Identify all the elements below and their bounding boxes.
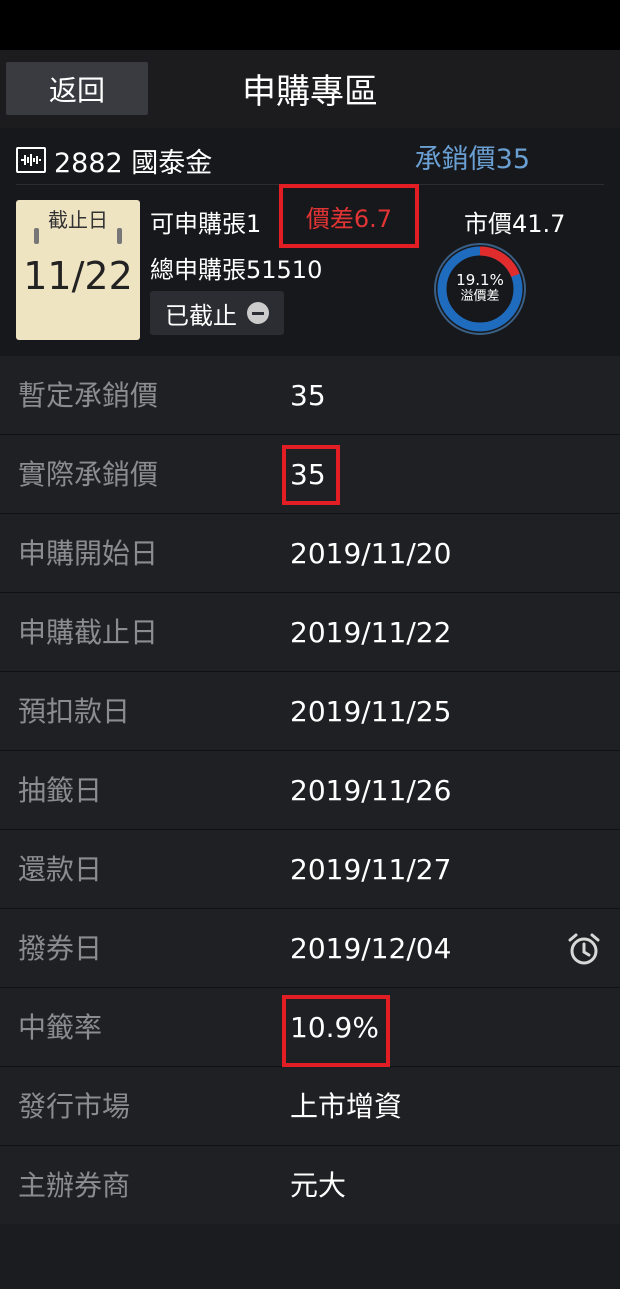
stock-title-row: 2882 國泰金: [16, 140, 212, 180]
stock-summary-panel: 2882 國泰金 承銷價35 截止日 11/22 可申購張1 價差6.7 市價4…: [0, 128, 620, 356]
market-price: 市價41.7: [464, 210, 566, 238]
bottom-empty-area: [0, 1224, 620, 1289]
status-bar: [0, 0, 620, 50]
detail-row: 撥券日 2019/12/04: [0, 909, 620, 988]
detail-row: 實際承銷價 35: [0, 435, 620, 514]
detail-row: 預扣款日 2019/11/25: [0, 672, 620, 751]
detail-label: 主辦券商: [18, 1169, 131, 1202]
detail-row: 中籤率 10.9%: [0, 988, 620, 1067]
detail-label: 實際承銷價: [18, 458, 159, 491]
detail-label: 還款日: [18, 853, 103, 886]
detail-value: 2019/12/04: [290, 932, 452, 965]
detail-row: 發行市場 上市增資: [0, 1067, 620, 1146]
detail-value: 2019/11/22: [290, 616, 452, 649]
calendar-header-label: 截止日: [48, 207, 108, 232]
detail-label: 暫定承銷價: [18, 379, 159, 412]
donut-label: 19.1% 溢價差: [433, 272, 527, 305]
detail-value: 元大: [290, 1169, 347, 1202]
detail-value: 上市增資: [290, 1090, 403, 1123]
detail-label: 撥券日: [18, 932, 103, 965]
highlight-box: [282, 445, 340, 505]
total-subscribe-count: 總申購張51510: [150, 256, 323, 284]
detail-row: 申購截止日 2019/11/22: [0, 593, 620, 672]
status-badge: 已截止: [150, 291, 284, 335]
chart-icon[interactable]: [16, 147, 46, 173]
deadline-calendar: 截止日 11/22: [16, 200, 140, 340]
back-button[interactable]: 返回: [6, 62, 148, 115]
detail-value: 2019/11/27: [290, 853, 452, 886]
premium-percent: 19.1%: [456, 271, 504, 289]
highlight-box: [282, 995, 390, 1067]
calendar-ring: [117, 228, 122, 244]
calendar-date: 11/22: [23, 254, 133, 298]
alarm-clock-icon[interactable]: [566, 931, 602, 967]
minus-circle-icon: [247, 302, 269, 324]
premium-label: 溢價差: [460, 289, 500, 304]
detail-label: 發行市場: [18, 1090, 131, 1123]
detail-value: 2019/11/20: [290, 537, 452, 570]
detail-row: 暫定承銷價 35: [0, 356, 620, 435]
detail-label: 抽籤日: [18, 774, 103, 807]
detail-label: 申購開始日: [18, 537, 159, 570]
subscribable-count: 可申購張1: [150, 210, 262, 238]
status-label: 已截止: [165, 301, 237, 330]
detail-value: 2019/11/25: [290, 695, 452, 728]
detail-row: 主辦券商 元大: [0, 1146, 620, 1225]
price-diff: 價差6.7: [279, 184, 419, 248]
detail-value: 2019/11/26: [290, 774, 452, 807]
calendar-ring: [34, 228, 39, 244]
detail-row: 抽籤日 2019/11/26: [0, 751, 620, 830]
detail-value: 35: [290, 379, 326, 412]
stock-name: 2882 國泰金: [54, 147, 213, 179]
detail-row: 申購開始日 2019/11/20: [0, 514, 620, 593]
detail-list: 暫定承銷價 35 實際承銷價 35 申購開始日 2019/11/20 申購截止日…: [0, 356, 620, 1225]
detail-label: 申購截止日: [18, 616, 159, 649]
detail-row: 還款日 2019/11/27: [0, 830, 620, 909]
detail-label: 預扣款日: [18, 695, 131, 728]
underwrite-price: 承銷價35: [414, 144, 530, 175]
detail-label: 中籤率: [18, 1011, 103, 1044]
header: 返回 申購專區: [0, 50, 620, 128]
